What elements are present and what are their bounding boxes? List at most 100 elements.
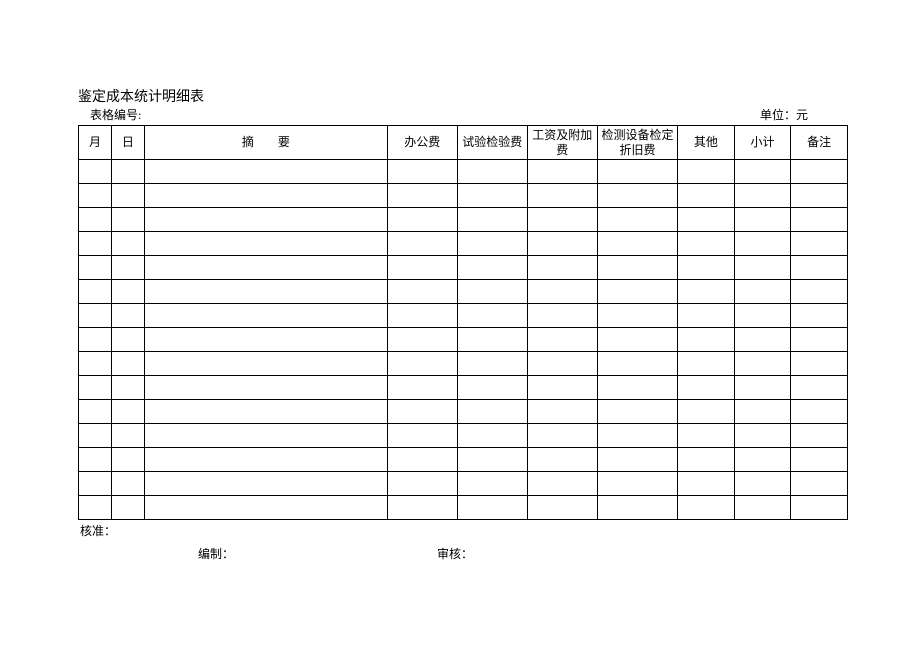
document-title: 鉴定成本统计明细表 (78, 86, 848, 106)
table-row (79, 448, 848, 472)
table-cell (144, 400, 387, 424)
table-cell (457, 400, 527, 424)
header-row: 表格编号: 单位：元 (78, 106, 848, 123)
table-cell (597, 160, 677, 184)
table-cell (111, 448, 144, 472)
table-cell (111, 496, 144, 520)
table-cell (527, 448, 597, 472)
table-cell (387, 256, 457, 280)
table-cell (791, 232, 848, 256)
table-cell (678, 160, 735, 184)
table-cell (457, 472, 527, 496)
table-cell (144, 496, 387, 520)
col-other: 其他 (678, 126, 735, 160)
table-cell (79, 352, 112, 376)
table-row (79, 472, 848, 496)
table-cell (734, 400, 791, 424)
table-cell (79, 448, 112, 472)
table-cell (457, 160, 527, 184)
table-cell (387, 448, 457, 472)
table-cell (144, 256, 387, 280)
table-row (79, 376, 848, 400)
table-cell (111, 256, 144, 280)
table-cell (79, 400, 112, 424)
table-row (79, 400, 848, 424)
table-cell (527, 256, 597, 280)
table-cell (597, 496, 677, 520)
table-cell (734, 328, 791, 352)
table-cell (734, 280, 791, 304)
table-cell (678, 232, 735, 256)
table-cell (387, 496, 457, 520)
table-cell (111, 472, 144, 496)
table-cell (734, 304, 791, 328)
table-cell (387, 208, 457, 232)
table-cell (791, 496, 848, 520)
table-cell (527, 376, 597, 400)
table-cell (791, 184, 848, 208)
table-cell (734, 472, 791, 496)
table-cell (791, 208, 848, 232)
table-cell (791, 376, 848, 400)
table-cell (791, 352, 848, 376)
table-cell (79, 472, 112, 496)
table-row (79, 328, 848, 352)
table-cell (387, 424, 457, 448)
table-cell (387, 304, 457, 328)
table-cell (457, 448, 527, 472)
table-cell (457, 280, 527, 304)
table-cell (111, 424, 144, 448)
col-wage-fee: 工资及附加费 (527, 126, 597, 160)
table-cell (144, 424, 387, 448)
table-cell (111, 376, 144, 400)
table-row (79, 184, 848, 208)
table-cell (457, 184, 527, 208)
cost-table: 月 日 摘 要 办公费 试验检验费 工资及附加费 检测设备检定折旧费 其他 小计… (78, 125, 848, 520)
table-cell (678, 376, 735, 400)
table-cell (387, 328, 457, 352)
table-cell (597, 304, 677, 328)
table-row (79, 496, 848, 520)
table-cell (597, 208, 677, 232)
table-cell (144, 472, 387, 496)
prepare-label: 编制： (198, 545, 234, 562)
table-cell (597, 328, 677, 352)
table-cell (457, 232, 527, 256)
table-cell (144, 376, 387, 400)
table-cell (791, 400, 848, 424)
table-cell (144, 208, 387, 232)
table-row (79, 256, 848, 280)
document-content: 鉴定成本统计明细表 表格编号: 单位：元 月 日 摘 要 办公费 试验检验费 工… (78, 86, 848, 562)
table-cell (527, 160, 597, 184)
table-cell (144, 232, 387, 256)
table-cell (597, 472, 677, 496)
table-cell (144, 280, 387, 304)
table-cell (79, 208, 112, 232)
table-row (79, 208, 848, 232)
table-cell (79, 376, 112, 400)
table-cell (734, 232, 791, 256)
table-row (79, 352, 848, 376)
table-cell (597, 352, 677, 376)
col-remark: 备注 (791, 126, 848, 160)
table-cell (678, 448, 735, 472)
table-cell (597, 424, 677, 448)
table-cell (678, 400, 735, 424)
table-cell (678, 256, 735, 280)
approve-label: 核准： (78, 522, 848, 539)
table-cell (79, 424, 112, 448)
table-cell (734, 184, 791, 208)
table-cell (678, 208, 735, 232)
table-cell (597, 256, 677, 280)
table-cell (734, 208, 791, 232)
col-office-fee: 办公费 (387, 126, 457, 160)
table-cell (791, 328, 848, 352)
table-cell (387, 160, 457, 184)
table-cell (527, 328, 597, 352)
table-cell (678, 184, 735, 208)
table-cell (79, 304, 112, 328)
table-row (79, 304, 848, 328)
col-test-fee: 试验检验费 (457, 126, 527, 160)
table-cell (457, 208, 527, 232)
table-cell (111, 160, 144, 184)
